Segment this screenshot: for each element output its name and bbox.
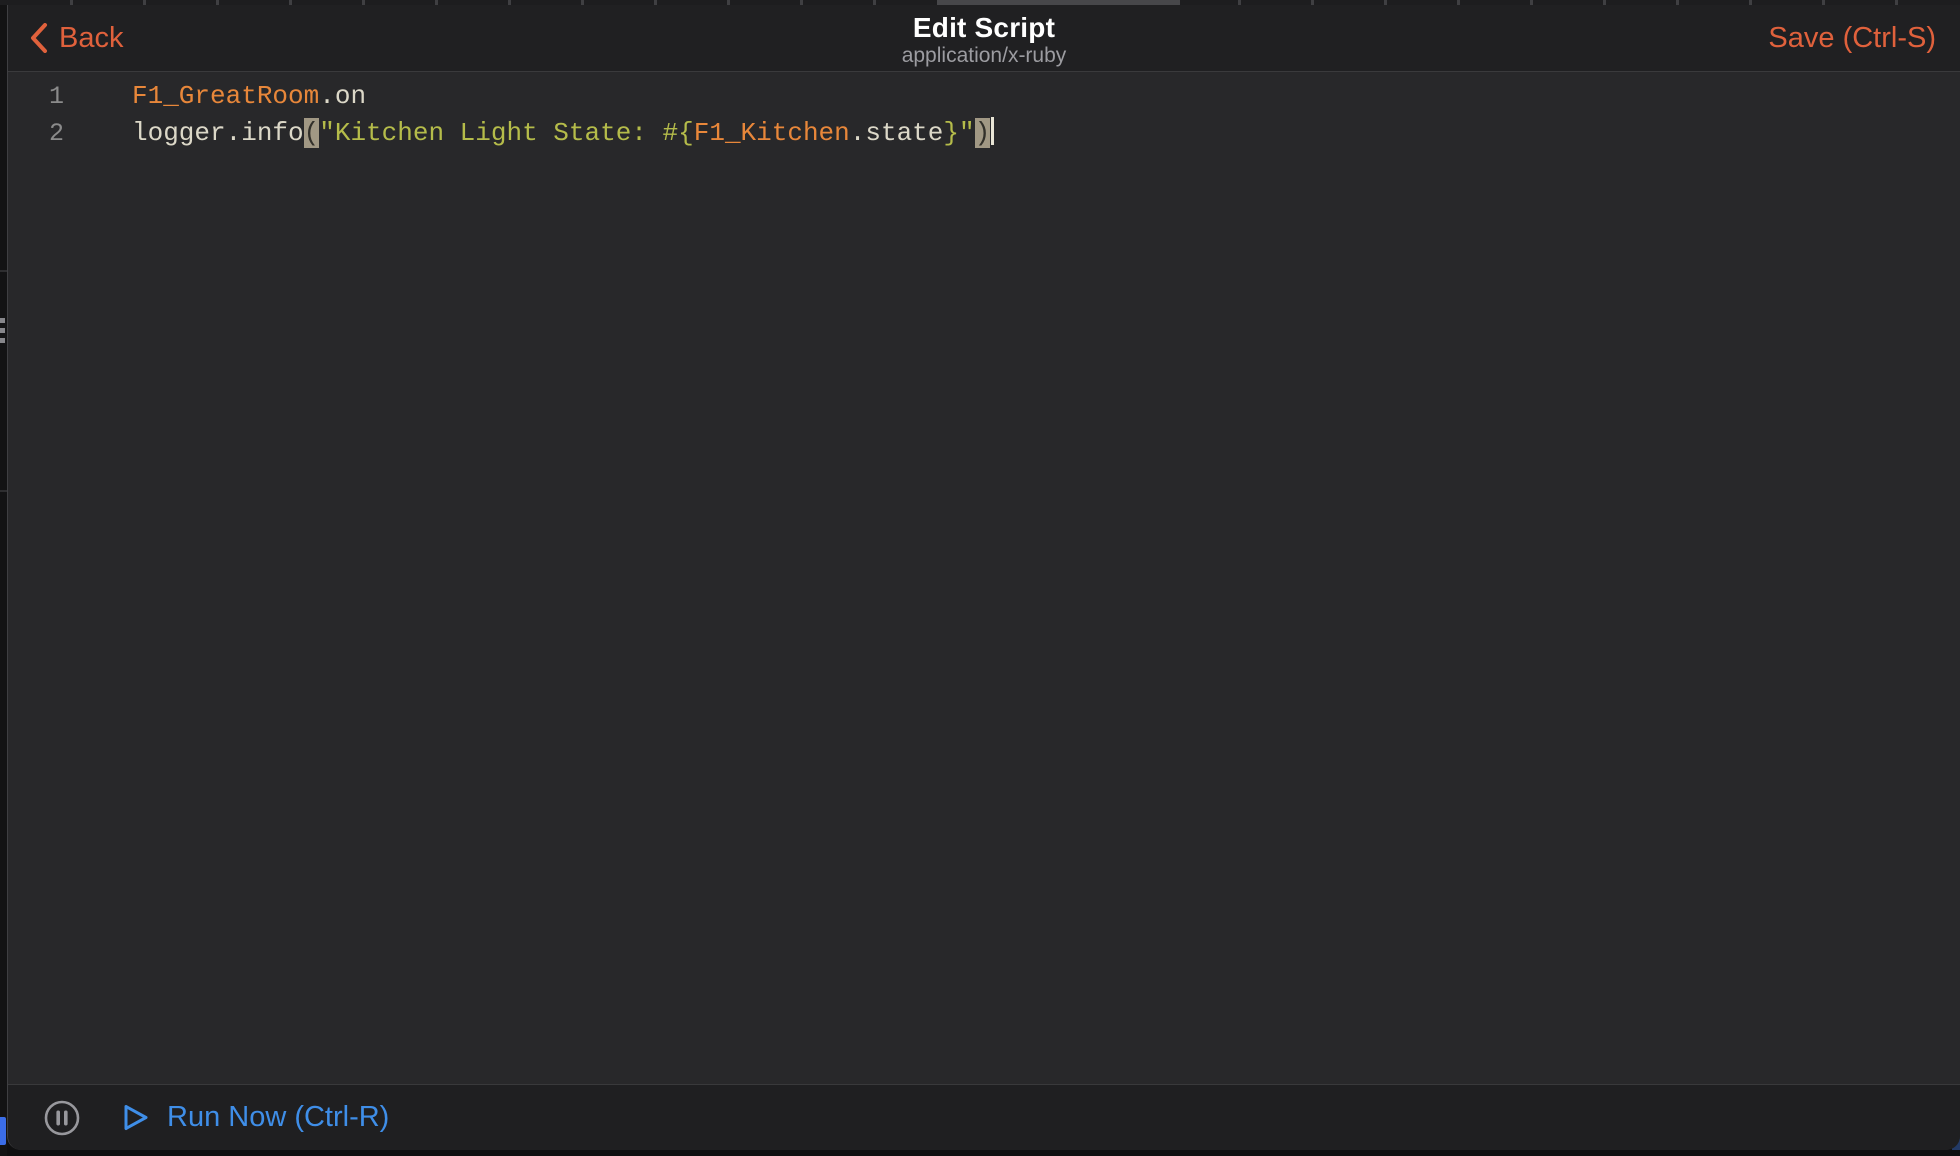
code-text: F1_GreatRoom.on	[64, 78, 366, 115]
bottom-toolbar: Run Now (Ctrl-R)	[8, 1084, 1960, 1150]
background-menu-icon	[0, 338, 5, 343]
line-number: 2	[8, 115, 64, 152]
background-page-edge	[0, 5, 7, 1156]
play-icon	[121, 1103, 150, 1132]
background-link-artifact	[0, 1117, 6, 1145]
run-now-label: Run Now (Ctrl-R)	[167, 1101, 389, 1134]
pause-circle-icon	[43, 1099, 81, 1137]
code-segment: logger.info	[132, 118, 304, 148]
code-segment: )	[975, 118, 991, 148]
popup-title: Edit Script	[902, 12, 1067, 43]
pause-button[interactable]	[43, 1099, 81, 1137]
code-line: 2logger.info("Kitchen Light State: #{F1_…	[8, 115, 1960, 152]
line-number: 1	[8, 78, 64, 115]
code-text: logger.info("Kitchen Light State: #{F1_K…	[64, 115, 994, 152]
navbar: Back Edit Script application/x-ruby Save…	[8, 5, 1960, 72]
code-line: 1F1_GreatRoom.on	[8, 78, 1960, 115]
code-segment: }"	[943, 118, 974, 148]
background-menu-icon	[0, 318, 5, 323]
code-segment: #{	[663, 118, 694, 148]
code-segment: F1_Kitchen	[694, 118, 850, 148]
chevron-left-icon	[30, 23, 48, 53]
code-editor[interactable]: 1F1_GreatRoom.on2logger.info("Kitchen Li…	[8, 72, 1960, 1084]
background-menu-icon	[0, 328, 5, 333]
background-row-divider	[0, 270, 7, 272]
run-now-button[interactable]: Run Now (Ctrl-R)	[121, 1101, 389, 1134]
page-title: Edit Script application/x-ruby	[902, 12, 1067, 68]
text-cursor	[991, 117, 994, 145]
code-segment: .state	[850, 118, 944, 148]
back-button[interactable]: Back	[30, 22, 123, 55]
save-button[interactable]: Save (Ctrl-S)	[1768, 22, 1936, 55]
code-segment: F1_GreatRoom	[132, 81, 319, 111]
code-segment: "Kitchen Light State:	[319, 118, 662, 148]
edit-script-popup: Back Edit Script application/x-ruby Save…	[7, 5, 1960, 1150]
back-button-label: Back	[59, 22, 123, 55]
popup-subtitle: application/x-ruby	[902, 43, 1067, 68]
background-row-divider	[0, 490, 7, 492]
code-segment: .on	[319, 81, 366, 111]
code-segment: (	[304, 118, 320, 148]
